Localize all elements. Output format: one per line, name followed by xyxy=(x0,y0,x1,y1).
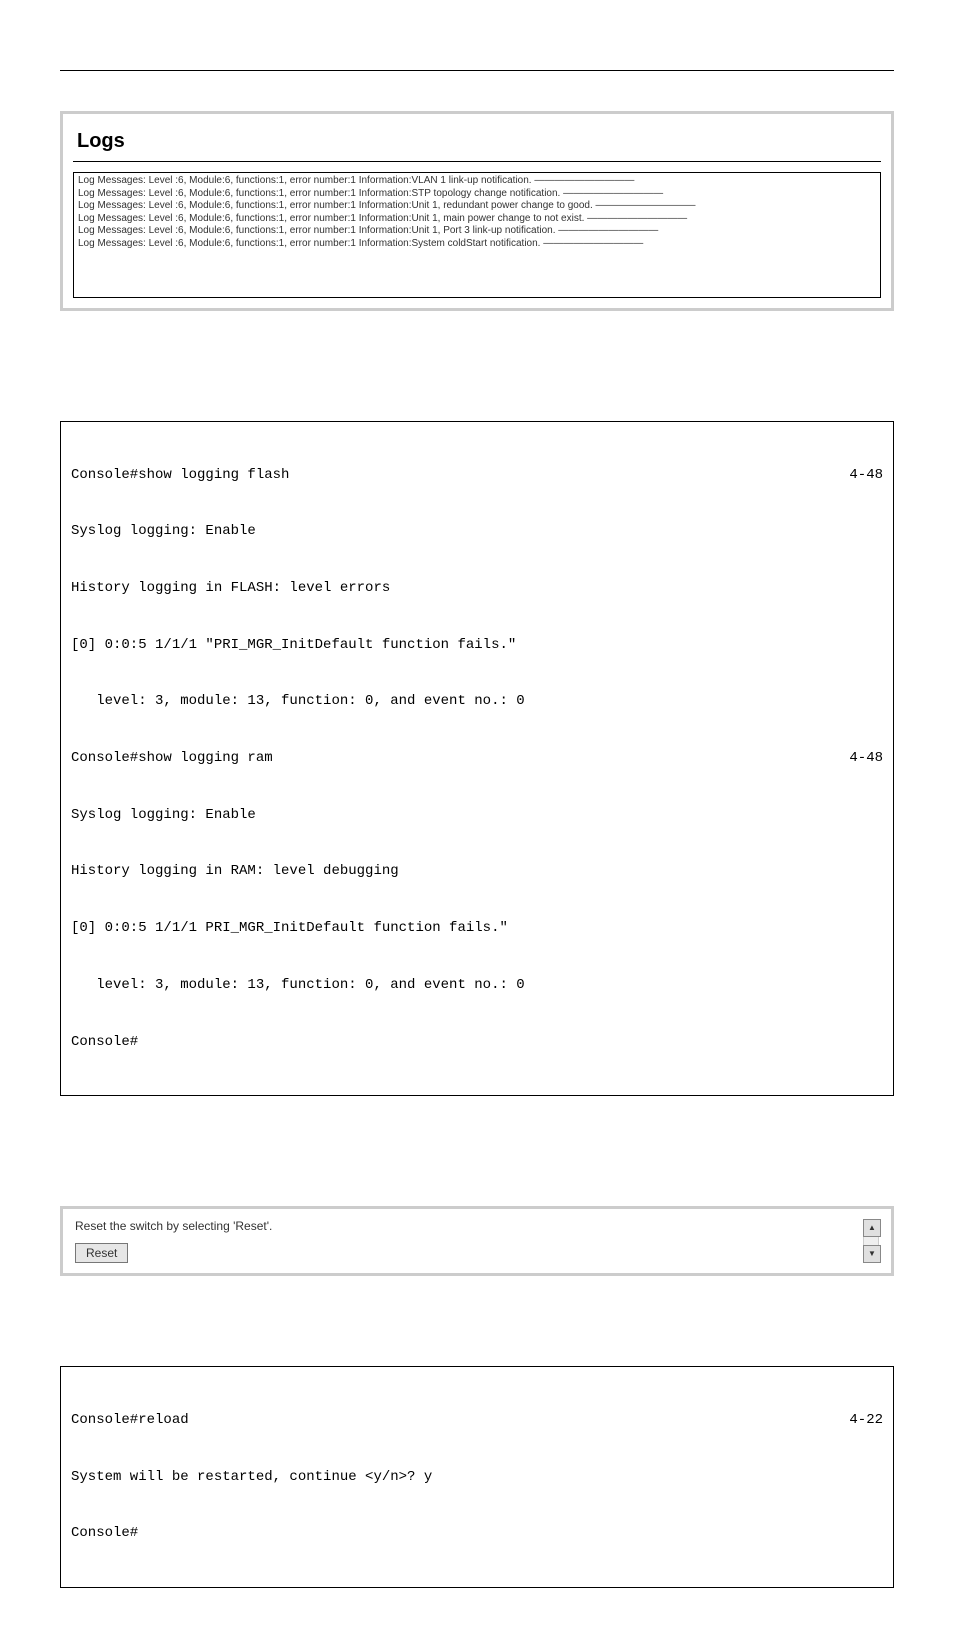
cli-text: [0] 0:0:5 1/1/1 "PRI_MGR_InitDefault fun… xyxy=(71,636,516,655)
log-entry: Log Messages: Level :6, Module:6, functi… xyxy=(78,213,876,226)
cli-text: History logging in RAM: level debugging xyxy=(71,862,399,881)
cli-text: Console# xyxy=(71,1524,138,1543)
reset-button[interactable]: Reset xyxy=(75,1243,128,1263)
scroll-track[interactable] xyxy=(863,1237,879,1245)
scroll-up-icon[interactable]: ▲ xyxy=(863,1219,881,1237)
page-header-rule xyxy=(60,70,894,71)
cli-output-logging: Console#show logging flash 4-48 Syslog lo… xyxy=(60,421,894,1096)
cli-text: Console#reload xyxy=(71,1411,189,1430)
cli-page-ref: 4-48 xyxy=(829,749,883,768)
cli-text: level: 3, module: 13, function: 0, and e… xyxy=(71,976,525,995)
cli-text: Console#show logging flash xyxy=(71,466,289,485)
cli-text: Syslog logging: Enable xyxy=(71,806,256,825)
cli-text: Syslog logging: Enable xyxy=(71,522,256,541)
cli-text: level: 3, module: 13, function: 0, and e… xyxy=(71,692,525,711)
log-entry: Log Messages: Level :6, Module:6, functi… xyxy=(78,225,876,238)
cli-output-reload: Console#reload 4-22 System will be restar… xyxy=(60,1366,894,1588)
log-entry: Log Messages: Level :6, Module:6, functi… xyxy=(78,238,876,251)
log-entry: Log Messages: Level :6, Module:6, functi… xyxy=(78,175,876,188)
cli-text: Console#show logging ram xyxy=(71,749,273,768)
cli-page-ref: 4-22 xyxy=(829,1411,883,1430)
cli-text: [0] 0:0:5 1/1/1 PRI_MGR_InitDefault func… xyxy=(71,919,508,938)
scroll-down-icon[interactable]: ▼ xyxy=(863,1245,881,1263)
logs-textarea[interactable]: Log Messages: Level :6, Module:6, functi… xyxy=(73,172,881,298)
logs-panel-title: Logs xyxy=(73,124,881,153)
reset-instruction: Reset the switch by selecting 'Reset'. xyxy=(75,1219,853,1233)
cli-text: History logging in FLASH: level errors xyxy=(71,579,390,598)
reset-panel: Reset the switch by selecting 'Reset'. R… xyxy=(60,1206,894,1276)
scrollbar[interactable]: ▲ ▼ xyxy=(863,1219,879,1263)
log-entry: Log Messages: Level :6, Module:6, functi… xyxy=(78,200,876,213)
cli-text: System will be restarted, continue <y/n>… xyxy=(71,1468,432,1487)
log-entry: Log Messages: Level :6, Module:6, functi… xyxy=(78,188,876,201)
cli-page-ref: 4-48 xyxy=(829,466,883,485)
logs-panel: Logs Log Messages: Level :6, Module:6, f… xyxy=(60,111,894,311)
cli-text: Console# xyxy=(71,1033,138,1052)
